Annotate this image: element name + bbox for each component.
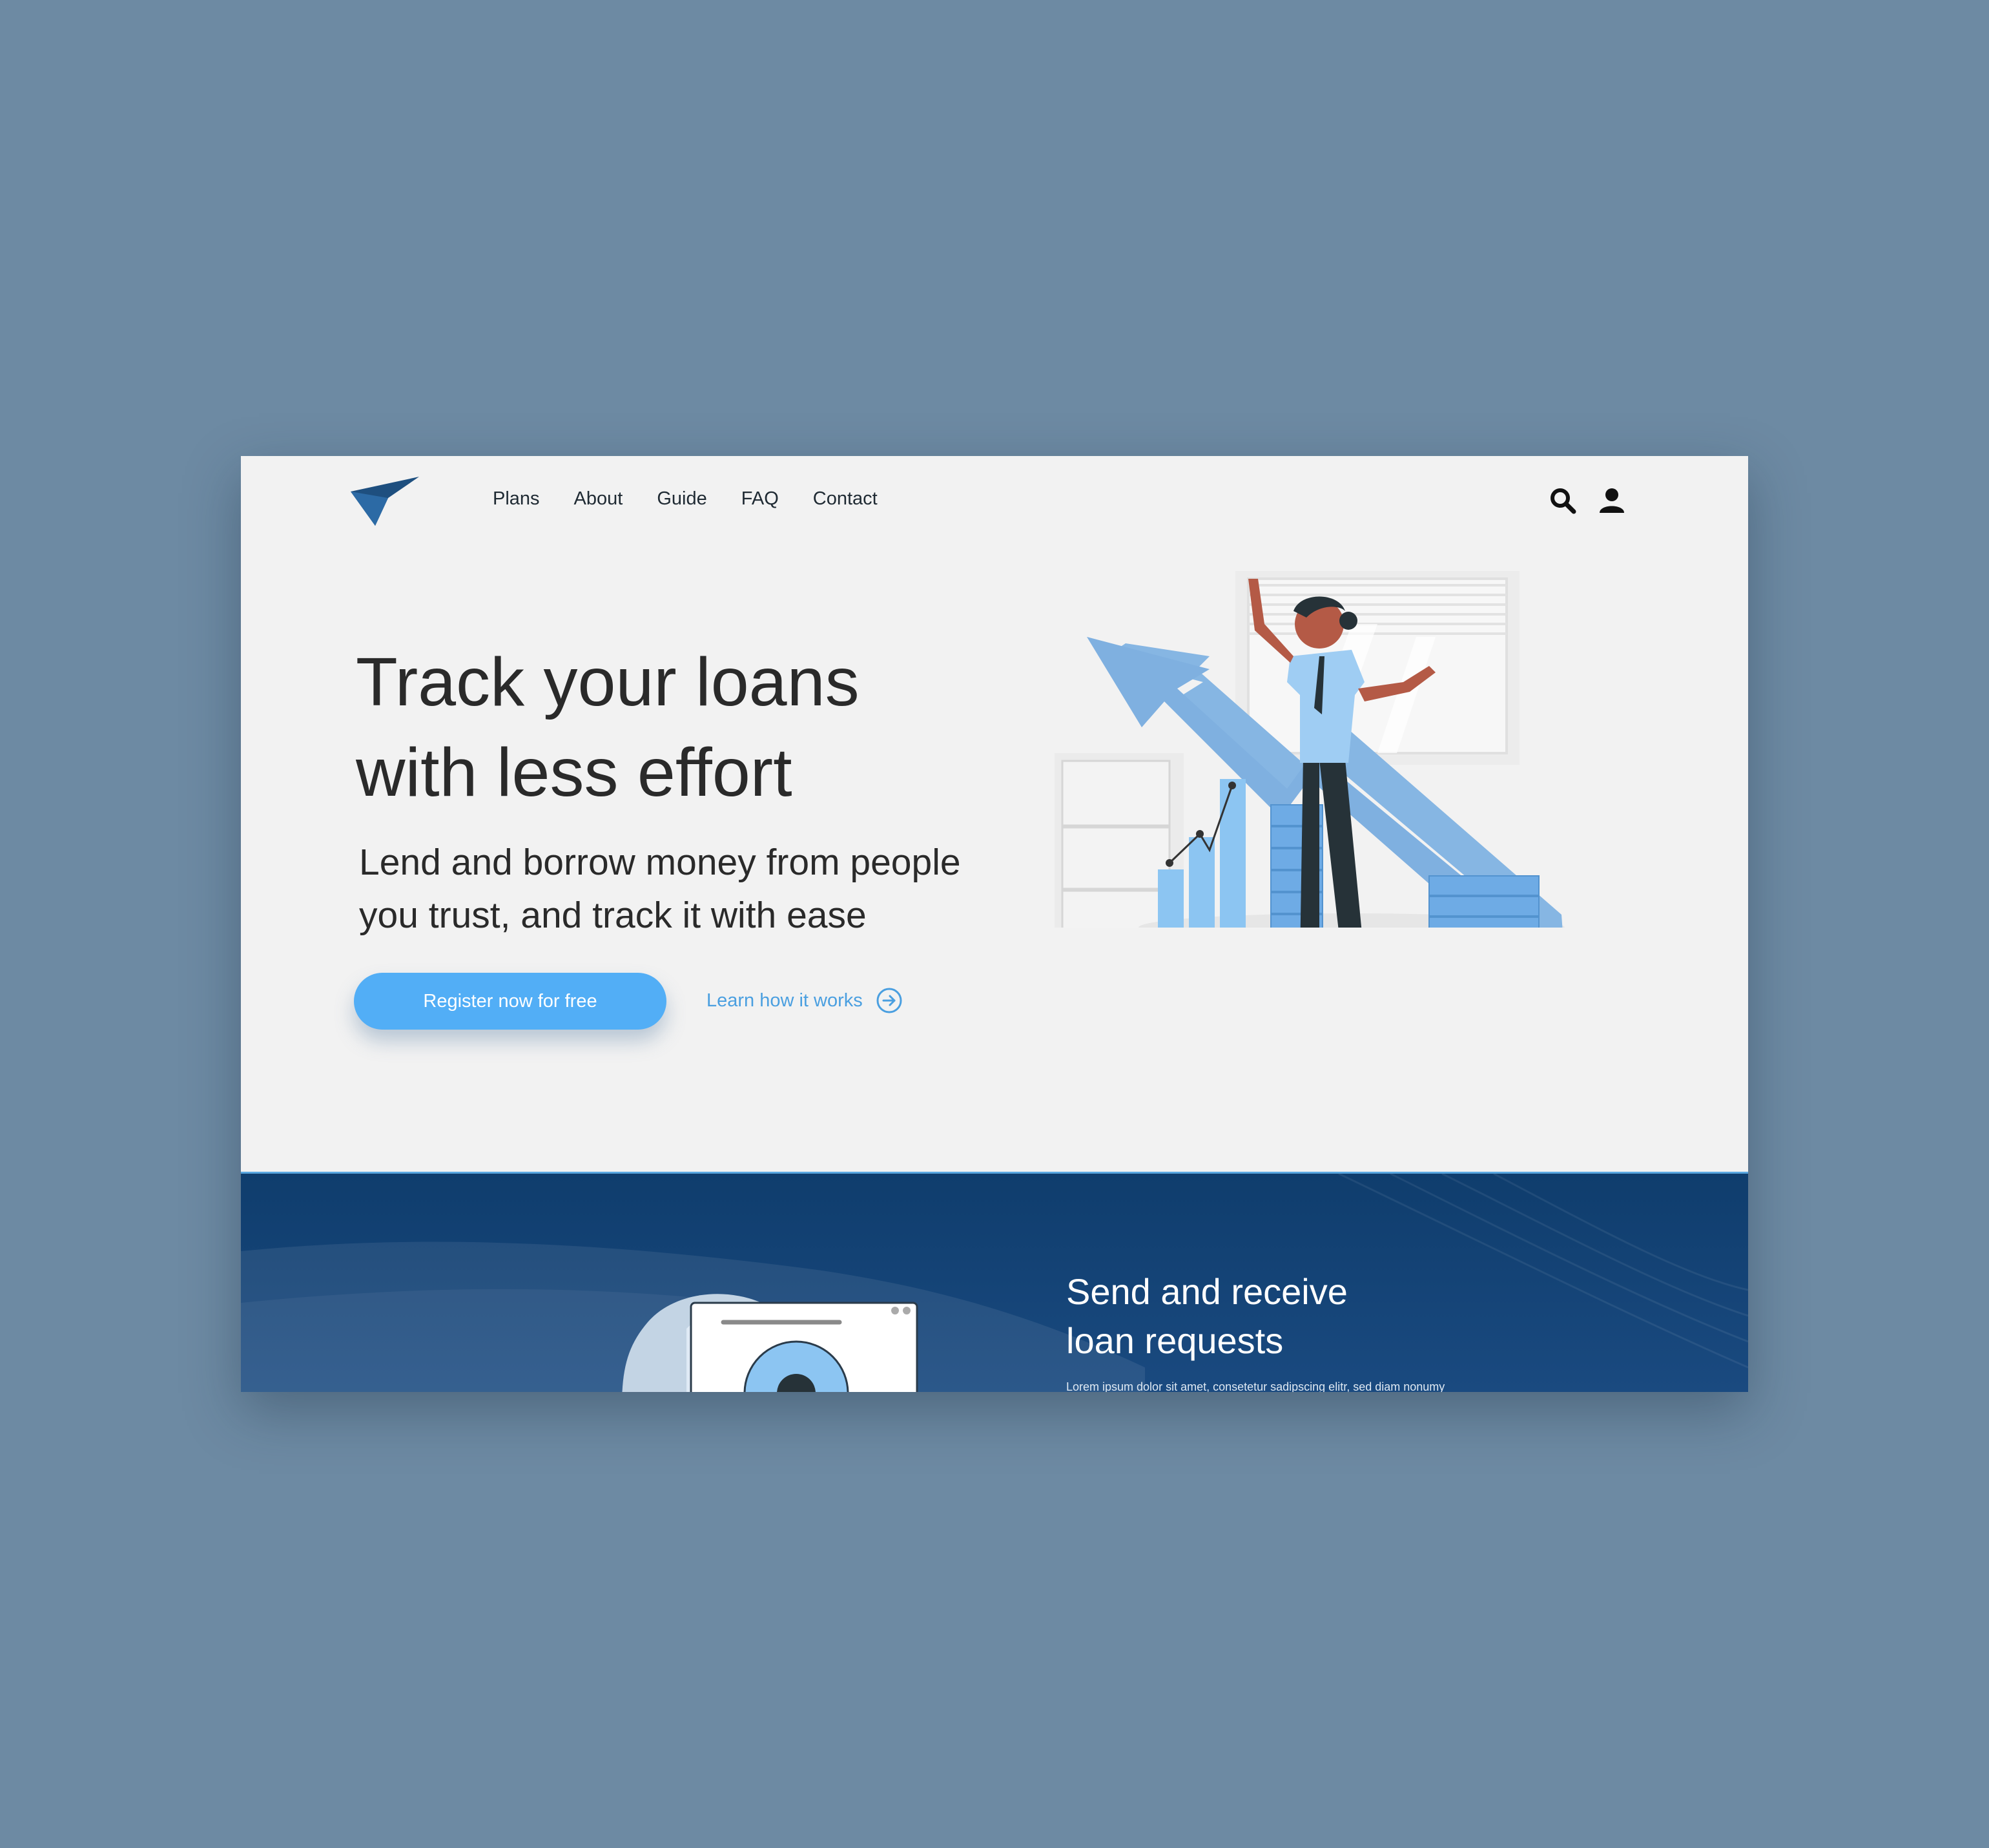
landing-page: Plans About Guide FAQ Contact Track your… bbox=[241, 456, 1748, 1392]
profile-card-illustration bbox=[622, 1294, 918, 1392]
section-body-text: Lorem ipsum dolor sit amet, consetetur s… bbox=[1066, 1380, 1445, 1392]
nav-link-guide[interactable]: Guide bbox=[657, 488, 706, 510]
hero-subtitle-line-2: you trust, and track it with ease bbox=[359, 895, 867, 936]
nav-icons bbox=[1548, 486, 1627, 515]
nav-links: Plans About Guide FAQ Contact bbox=[493, 488, 912, 510]
hero-subtitle-line-1: Lend and borrow money from people bbox=[359, 842, 961, 883]
logo-icon[interactable] bbox=[349, 475, 420, 527]
nav-link-faq[interactable]: FAQ bbox=[741, 488, 779, 510]
feature-section: Send and receive loan requests Lorem ips… bbox=[241, 1172, 1748, 1392]
learn-how-label: Learn how it works bbox=[706, 990, 863, 1011]
nav-link-plans[interactable]: Plans bbox=[493, 488, 540, 510]
section-title-line-1: Send and receive bbox=[1066, 1271, 1348, 1312]
user-icon[interactable] bbox=[1597, 486, 1627, 515]
learn-how-link[interactable]: Learn how it works bbox=[706, 987, 903, 1014]
section-title-line-2: loan requests bbox=[1066, 1320, 1284, 1361]
nav-link-contact[interactable]: Contact bbox=[813, 488, 878, 510]
window-illustration bbox=[1235, 571, 1520, 765]
nav-link-about[interactable]: About bbox=[574, 488, 623, 510]
register-button[interactable]: Register now for free bbox=[354, 973, 666, 1030]
hero-title-line-1: Track your loans bbox=[356, 644, 860, 720]
search-icon[interactable] bbox=[1548, 486, 1578, 515]
top-nav: Plans About Guide FAQ Contact bbox=[241, 456, 1748, 546]
hero-title: Track your loans with less effort bbox=[356, 637, 937, 818]
hero-subtitle: Lend and borrow money from people you tr… bbox=[359, 836, 1037, 942]
section-background-waves bbox=[241, 1174, 1748, 1392]
hero-illustration bbox=[1055, 571, 1565, 928]
hero-title-line-2: with less effort bbox=[356, 734, 792, 811]
arrow-circle-right-icon bbox=[876, 988, 902, 1013]
section-title: Send and receive loan requests bbox=[1066, 1267, 1348, 1365]
